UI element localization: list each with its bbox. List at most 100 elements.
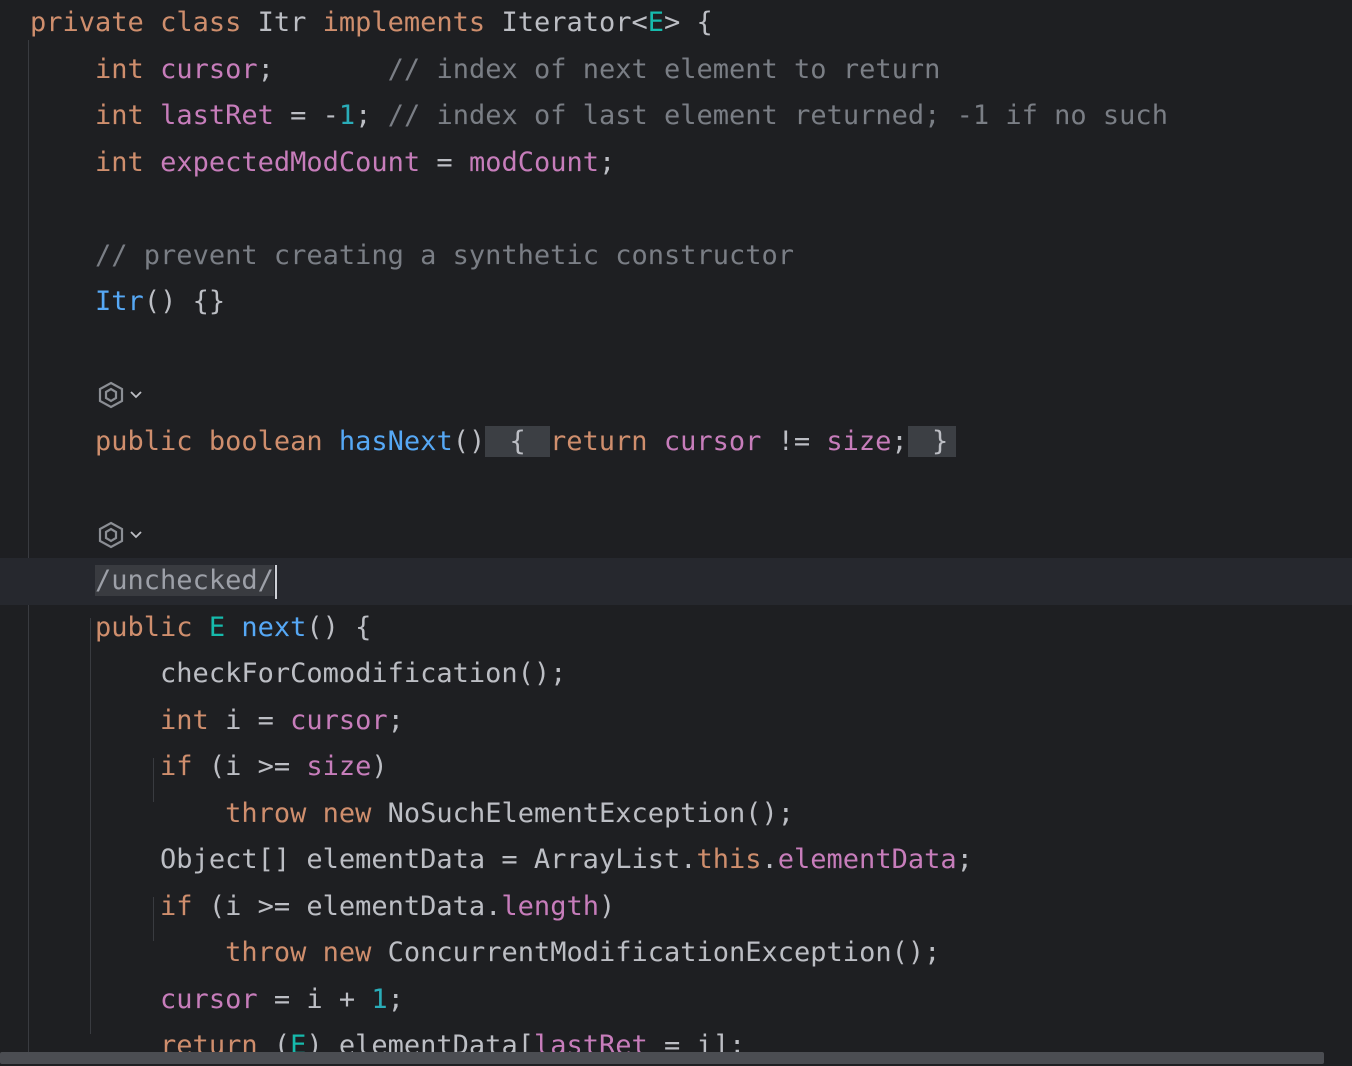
code-line[interactable] [0,326,1352,373]
code-token: ; [355,100,388,131]
code-token: public [95,425,193,457]
code-token: Iterator< [485,7,648,38]
code-token: throw [225,797,307,829]
code-line[interactable]: public boolean hasNext() { return cursor… [0,419,1352,466]
code-token: ; [387,983,404,1015]
code-token: { [485,425,550,457]
code-token: checkForComodification(); [160,658,567,689]
code-token: int [160,704,209,736]
code-token: 1 [338,100,356,131]
code-line[interactable]: checkForComodification(); [0,651,1352,698]
code-token: ; [956,844,973,875]
code-token: // index of next element to return [387,53,941,85]
code-token: ; [387,704,404,736]
ai-inlay-hint[interactable] [96,380,150,410]
code-token: = i + [257,983,372,1015]
ai-assistant-icon [96,520,126,550]
code-token: this [696,844,762,875]
code-token: int [95,100,144,131]
code-line[interactable]: int expectedModCount = modCount; [0,140,1352,187]
text-caret [274,564,277,599]
code-token: new [322,937,372,968]
code-token: next [241,611,307,643]
code-token: length [501,890,599,922]
code-line[interactable]: if (i >= size) [0,744,1352,791]
code-line[interactable] [0,186,1352,233]
code-line[interactable]: public E next() { [0,605,1352,652]
code-token: cursor [663,425,762,457]
ai-inlay-hint[interactable] [96,520,150,550]
code-line[interactable]: throw new NoSuchElementException(); [0,791,1352,838]
code-line[interactable] [0,465,1352,512]
code-token: cursor [160,983,258,1015]
code-token: cursor [160,53,258,85]
code-token: () {} [143,286,226,317]
code-line[interactable]: if (i >= elementData.length) [0,884,1352,931]
code-line[interactable]: // prevent creating a synthetic construc… [0,233,1352,280]
code-token: size [306,751,372,782]
code-line[interactable]: Itr() {} [0,279,1352,326]
code-token: hasNext [338,425,453,457]
code-token: ) [371,751,388,782]
code-token: ; [891,425,908,457]
code-token: NoSuchElementException(); [371,797,795,829]
code-token: ; [599,146,616,178]
horizontal-scrollbar[interactable] [0,1052,1324,1064]
code-token: class [160,7,242,38]
code-line[interactable]: Object[] elementData = ArrayList.this.el… [0,837,1352,884]
code-editor[interactable]: private class Itr implements Iterator<E>… [0,0,1352,1066]
code-line[interactable]: cursor = i + 1; [0,977,1352,1024]
code-token: int [95,53,144,85]
code-token: ; [257,53,388,85]
code-token: boolean [208,425,323,457]
code-token: lastRet [160,100,274,131]
code-line[interactable]: throw new ConcurrentModificationExceptio… [0,930,1352,977]
chevron-down-icon [128,387,144,403]
code-token: private [30,7,144,38]
code-token: E [647,7,665,38]
code-token: ConcurrentModificationException(); [371,937,941,968]
code-token: i = [208,704,291,736]
code-token: } [907,425,957,457]
code-token: expectedModCount [160,146,421,178]
code-token: size [826,425,892,457]
code-token: = - [273,100,339,131]
code-token: if [160,890,193,922]
code-token: cursor [290,704,388,736]
code-token: public [95,611,193,643]
code-token: throw [225,937,307,968]
code-line[interactable]: int i = cursor; [0,698,1352,745]
code-line[interactable]: /unchecked/ [0,558,1352,605]
ai-assistant-icon [96,380,126,410]
code-line[interactable]: private class Itr implements Iterator<E>… [0,0,1352,47]
code-token: // index of last element returned; -1 if… [387,100,1168,131]
code-token: Itr [95,286,144,317]
code-line[interactable]: int cursor; // index of next element to … [0,47,1352,94]
code-line[interactable]: int lastRet = -1; // index of last eleme… [0,93,1352,140]
code-token: /unchecked/ [95,565,274,596]
code-token: (i >= elementData. [192,890,502,922]
code-token: = [420,146,469,178]
